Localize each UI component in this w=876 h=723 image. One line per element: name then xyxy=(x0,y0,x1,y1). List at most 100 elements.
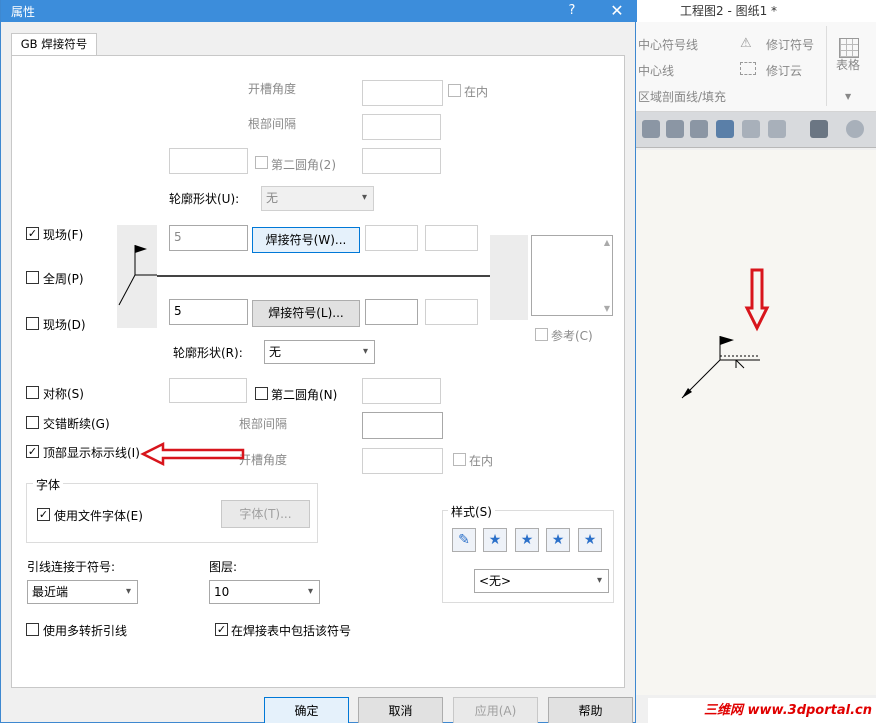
top-inside-checkbox[interactable] xyxy=(448,84,461,97)
chevron-down-icon: ▾ xyxy=(125,586,131,597)
bottom-root-gap-label: 根部间隔 xyxy=(239,417,288,431)
annotation-arrow-down xyxy=(744,268,770,332)
bottom-second-fillet-input[interactable] xyxy=(362,378,441,404)
scroll-down-icon[interactable]: ▼ xyxy=(604,304,610,313)
cancel-button[interactable]: 取消 xyxy=(358,697,443,723)
top-root-gap-input[interactable] xyxy=(362,114,441,140)
style-update-icon[interactable]: ✎ xyxy=(452,528,476,552)
view-toolbar xyxy=(636,112,876,148)
staggered-checkbox[interactable] xyxy=(26,416,39,429)
all-around-label: 全周(P) xyxy=(43,272,84,286)
include-in-table-checkbox[interactable]: ✓ xyxy=(215,623,228,636)
ribbon-revision-cloud[interactable]: 修订云 xyxy=(766,62,802,79)
lower-length-input[interactable] xyxy=(365,299,418,325)
top-second-fillet-input[interactable] xyxy=(362,148,441,174)
bottom-contour-select[interactable]: 无 ▾ xyxy=(264,340,375,364)
lower-pitch-input[interactable] xyxy=(425,299,478,325)
lower-size-input[interactable]: 5 xyxy=(169,299,248,325)
bottom-second-fillet-label: 第二圆角(N) xyxy=(271,388,338,402)
upper-pitch-input[interactable] xyxy=(425,225,478,251)
warning-triangle-icon: ⚠ xyxy=(740,36,752,51)
top-contour-select[interactable]: 无 ▾ xyxy=(261,186,374,211)
top-fillet-size-input[interactable] xyxy=(169,148,248,174)
reference-line-preview xyxy=(157,275,491,277)
chevron-down-icon: ▾ xyxy=(596,575,602,586)
section-view-icon[interactable] xyxy=(742,120,760,138)
show-top-line-checkbox[interactable]: ✓ xyxy=(26,445,39,458)
bottom-groove-angle-input[interactable] xyxy=(362,448,443,474)
top-root-gap-label: 根部间隔 xyxy=(248,117,297,131)
multi-jog-leader-checkbox[interactable] xyxy=(26,623,39,636)
appearance-icon[interactable] xyxy=(846,120,864,138)
drawing-canvas[interactable] xyxy=(636,150,876,695)
all-around-checkbox[interactable] xyxy=(26,271,39,284)
rotate-icon[interactable] xyxy=(716,120,734,138)
apply-button[interactable]: 应用(A) xyxy=(453,697,538,723)
top-groove-angle-input[interactable] xyxy=(362,80,443,106)
bottom-inside-label: 在内 xyxy=(469,454,494,468)
use-doc-font-checkbox[interactable]: ✓ xyxy=(37,508,50,521)
zoom-area-icon[interactable] xyxy=(666,120,684,138)
weld-symbol-preview xyxy=(681,268,770,399)
staggered-label: 交错断续(G) xyxy=(43,417,110,431)
layer-label: 图层: xyxy=(209,560,238,574)
bottom-second-fillet-checkbox[interactable] xyxy=(255,387,268,400)
display-style-icon[interactable] xyxy=(810,120,828,138)
bottom-contour-value: 无 xyxy=(269,345,282,359)
previous-view-icon[interactable] xyxy=(690,120,708,138)
upper-length-input[interactable] xyxy=(365,225,418,251)
help-icon[interactable]: ? xyxy=(559,0,585,22)
reference-checkbox[interactable] xyxy=(535,328,548,341)
top-inside-label: 在内 xyxy=(464,85,489,99)
field-site-top-checkbox[interactable]: ✓ xyxy=(26,227,39,240)
top-contour-label: 轮廓形状(U): xyxy=(169,192,240,206)
upper-weld-symbol-button[interactable]: 焊接符号(W)... xyxy=(252,227,360,253)
dialog-title: 属性 xyxy=(11,5,36,19)
chevron-down-icon[interactable]: ▼ xyxy=(845,92,851,101)
lower-weld-symbol-button[interactable]: 焊接符号(L)... xyxy=(252,300,360,327)
style-select[interactable]: <无> ▾ xyxy=(474,569,609,593)
font-group-label: 字体 xyxy=(33,476,64,493)
symmetric-checkbox[interactable] xyxy=(26,386,39,399)
style-delete-icon[interactable]: ★ xyxy=(515,528,539,552)
app-title: 工程图2 - 图纸1 * xyxy=(636,0,876,22)
close-icon[interactable]: ✕ xyxy=(599,0,635,22)
bottom-contour-label: 轮廓形状(R): xyxy=(173,346,243,360)
ribbon-revision-symbol[interactable]: 修订符号 xyxy=(766,36,814,53)
layer-select[interactable]: 10 ▾ xyxy=(209,580,320,604)
annotation-arrow-left xyxy=(140,441,245,467)
help-button[interactable]: 帮助 xyxy=(548,697,633,723)
zoom-to-fit-icon[interactable] xyxy=(642,120,660,138)
ribbon-table[interactable]: 表格 xyxy=(836,56,860,73)
scroll-up-icon[interactable]: ▲ xyxy=(604,238,610,247)
leader-attach-label: 引线连接于符号: xyxy=(27,560,116,574)
ribbon-area-hatch[interactable]: 区域剖面线/填充 xyxy=(638,88,726,105)
chevron-down-icon: ▾ xyxy=(361,192,367,203)
ribbon-center-line[interactable]: 中心线 xyxy=(638,62,674,79)
ribbon-center-mark-line[interactable]: 中心符号线 xyxy=(638,36,698,53)
view-orientation-icon[interactable] xyxy=(768,120,786,138)
ok-button[interactable]: 确定 xyxy=(264,697,349,723)
leader-attach-select[interactable]: 最近端 ▾ xyxy=(27,580,138,604)
tab-gb-weld-symbol[interactable]: GB 焊接符号 xyxy=(11,33,97,55)
style-add-icon[interactable]: ★ xyxy=(483,528,507,552)
field-site-top-label: 现场(F) xyxy=(43,228,84,242)
ribbon-divider xyxy=(826,26,827,106)
revision-cloud-icon xyxy=(740,62,756,75)
bottom-root-gap-input[interactable] xyxy=(362,412,443,439)
table-icon xyxy=(839,38,859,58)
field-site-bottom-label: 现场(D) xyxy=(43,318,86,332)
font-button[interactable]: 字体(T)... xyxy=(221,500,310,528)
reference-label: 参考(C) xyxy=(551,329,593,343)
upper-size-input[interactable]: 5 xyxy=(169,225,248,251)
style-load-icon[interactable]: ★ xyxy=(578,528,602,552)
top-second-fillet-checkbox[interactable] xyxy=(255,156,268,169)
leader-attach-value: 最近端 xyxy=(32,585,69,599)
field-site-bottom-checkbox[interactable] xyxy=(26,317,39,330)
multi-jog-leader-label: 使用多转折引线 xyxy=(43,624,128,638)
bottom-inside-checkbox[interactable] xyxy=(453,453,466,466)
bottom-fillet-size-input[interactable] xyxy=(169,378,247,403)
layer-value: 10 xyxy=(214,585,230,599)
style-save-icon[interactable]: ★ xyxy=(546,528,570,552)
reference-text-box[interactable]: ▲ ▼ xyxy=(531,235,613,316)
